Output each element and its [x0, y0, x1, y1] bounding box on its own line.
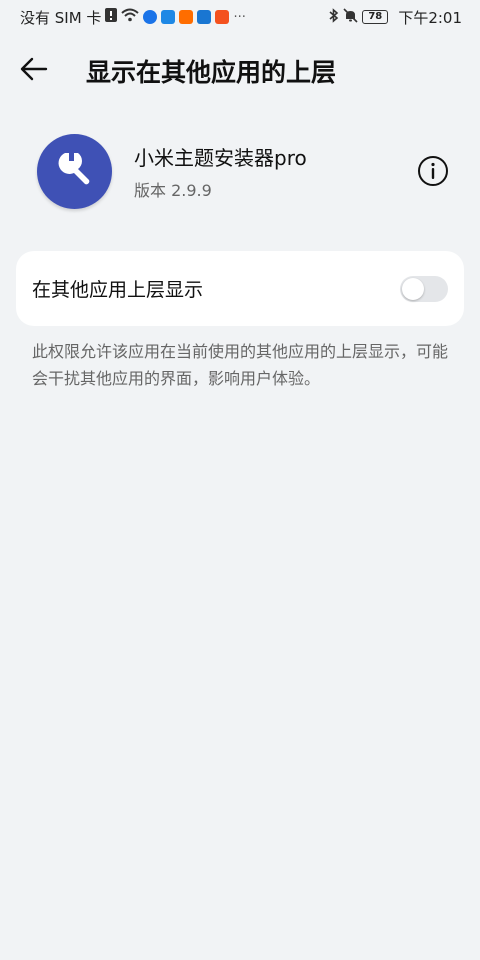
toggle-knob: [402, 277, 424, 300]
app-version: 版本 2.9.9: [134, 180, 212, 200]
play-icon: [179, 10, 194, 24]
overlay-permission-card: 在其他应用上层显示: [16, 251, 464, 326]
battery-indicator: 78: [362, 10, 389, 24]
app-info-button[interactable]: [416, 154, 450, 188]
overlay-permission-toggle[interactable]: [400, 275, 448, 302]
app-icon: [37, 133, 112, 209]
page-title: 显示在其他应用的上层: [86, 58, 337, 87]
alert-icon: [105, 8, 118, 26]
back-button[interactable]: [20, 44, 76, 98]
app-text: 小米主题安装器pro 版本 2.9.9: [134, 142, 307, 201]
overlay-permission-label: 在其他应用上层显示: [32, 279, 204, 301]
bluetooth-icon: [329, 7, 339, 27]
status-bar: 没有 SIM 卡 ··· 78 下午2:01: [0, 0, 480, 34]
wrench-icon: [55, 149, 95, 193]
app-icon: [215, 10, 230, 24]
status-time: 下午2:01: [398, 8, 462, 27]
carrier-text: 没有 SIM 卡: [20, 8, 102, 27]
reader-icon: [197, 10, 212, 24]
app-name: 小米主题安装器pro: [134, 145, 307, 170]
mute-bell-icon: [343, 7, 358, 27]
arrow-left-icon: [20, 57, 48, 85]
status-bar-left: 没有 SIM 卡 ···: [20, 7, 246, 28]
cloud-icon: [143, 10, 158, 24]
top-app-bar: 显示在其他应用的上层: [0, 44, 480, 98]
app-info-row: 小米主题安装器pro 版本 2.9.9: [0, 128, 480, 214]
permission-description: 此权限允许该应用在当前使用的其他应用的上层显示，可能会干扰其他应用的界面，影响用…: [32, 342, 449, 388]
cloud-icon: [161, 10, 176, 24]
wifi-icon: [121, 8, 140, 26]
more-notifications-icon: ···: [233, 9, 246, 25]
info-icon: [416, 156, 450, 192]
status-bar-right: 78 下午2:01: [329, 7, 462, 28]
